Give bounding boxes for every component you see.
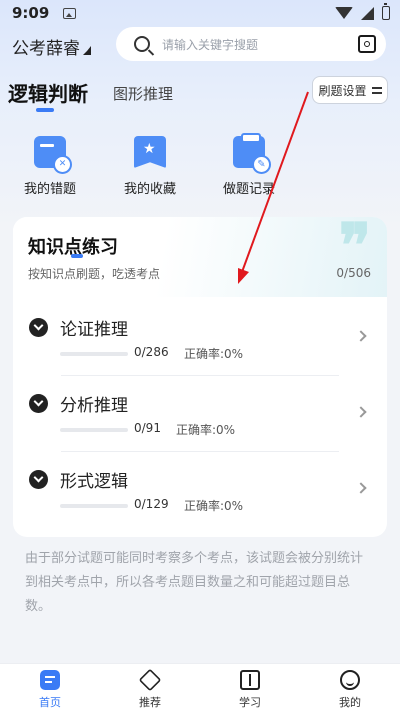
nav-recommend[interactable]: 推荐 <box>120 668 180 710</box>
quick-actions: 我的错题 我的收藏 做题记录 <box>0 133 400 206</box>
header: 公考薛睿 请输入关键字搜题 <box>0 26 400 66</box>
topic-progress-bar <box>60 504 128 508</box>
graduation-cap-icon <box>138 668 162 692</box>
book-icon <box>240 670 260 690</box>
topic-progress-bar <box>60 352 128 356</box>
bottom-nav: 首页 推荐 学习 我的 <box>0 663 400 711</box>
title-underline <box>71 254 83 258</box>
battery-icon <box>382 3 390 20</box>
practice-settings-label: 刷题设置 <box>318 83 367 98</box>
topic-count: 0/129 <box>134 497 169 511</box>
topic-name: 分析推理 <box>60 396 128 416</box>
topic-name: 形式逻辑 <box>60 472 128 492</box>
wifi-icon <box>335 7 353 19</box>
profile-icon <box>340 670 360 690</box>
status-icons <box>335 3 390 20</box>
active-tab-indicator <box>36 108 54 112</box>
search-icon <box>134 36 150 52</box>
city-selector[interactable]: 公考薛睿 <box>12 34 91 59</box>
practice-settings-button[interactable]: 刷题设置 <box>312 76 388 104</box>
expand-chevron-icon[interactable] <box>29 394 48 413</box>
search-bar[interactable]: 请输入关键字搜题 <box>116 27 386 61</box>
topic-count: 0/91 <box>134 421 161 435</box>
topic-row-argument-reasoning[interactable]: 论证推理 0/286 正确率:0% <box>13 300 387 376</box>
practice-record-button[interactable]: 做题记录 <box>204 133 294 197</box>
chevron-right-icon <box>355 330 367 342</box>
nav-me[interactable]: 我的 <box>320 670 380 710</box>
chevron-right-icon <box>355 482 367 494</box>
nav-label: 学习 <box>239 696 261 709</box>
topic-accuracy: 正确率:0% <box>184 347 244 361</box>
home-icon <box>40 670 60 690</box>
caret-down-icon <box>83 46 91 55</box>
sliders-icon <box>371 85 382 95</box>
expand-chevron-icon[interactable] <box>29 470 48 489</box>
footnote-text: 由于部分试题可能同时考察多个考点，该试题会被分别统计到相关考点中，所以各考点题目… <box>25 551 364 614</box>
topic-accuracy: 正确率:0% <box>176 423 236 437</box>
wrong-questions-icon <box>34 136 70 172</box>
nav-label: 首页 <box>39 696 61 709</box>
status-time: 9:09 <box>12 4 50 22</box>
nav-label: 我的 <box>339 696 361 709</box>
search-input[interactable]: 请输入关键字搜题 <box>162 36 358 53</box>
topic-name: 论证推理 <box>60 320 128 340</box>
favorites-icon <box>134 136 166 168</box>
quick-action-label: 我的收藏 <box>123 182 176 197</box>
topic-accuracy: 正确率:0% <box>184 499 244 513</box>
expand-chevron-icon[interactable] <box>29 318 48 337</box>
chevron-right-icon <box>355 406 367 418</box>
my-favorites-button[interactable]: 我的收藏 <box>105 136 195 197</box>
nav-home[interactable]: 首页 <box>20 670 80 710</box>
subject-tabs: 逻辑判断 图形推理 刷题设置 <box>0 74 400 114</box>
tab-figure-reasoning[interactable]: 图形推理 <box>113 83 173 104</box>
nav-study[interactable]: 学习 <box>220 670 280 710</box>
quick-action-label: 我的错题 <box>23 182 76 197</box>
signal-icon <box>361 6 374 20</box>
quick-action-label: 做题记录 <box>222 182 275 197</box>
topic-row-analytical-reasoning[interactable]: 分析推理 0/91 正确率:0% <box>13 376 387 452</box>
record-icon <box>233 133 269 172</box>
tab-logic-judgment[interactable]: 逻辑判断 <box>8 78 88 107</box>
image-notification-icon <box>63 7 77 19</box>
knowledge-practice-card: ❞ 知识点练习 按知识点刷题，吃透考点 0/506 论证推理 0/286 正确率… <box>13 217 387 537</box>
topic-progress-bar <box>60 428 128 432</box>
city-label: 公考薛睿 <box>12 39 80 59</box>
status-bar: 9:09 <box>0 0 400 26</box>
my-wrong-questions-button[interactable]: 我的错题 <box>5 136 95 197</box>
topic-row-formal-logic[interactable]: 形式逻辑 0/129 正确率:0% <box>13 452 387 528</box>
nav-label: 推荐 <box>139 696 161 709</box>
camera-scan-icon[interactable] <box>358 35 376 53</box>
card-subtitle: 按知识点刷题，吃透考点 <box>28 267 161 281</box>
topic-count: 0/286 <box>134 345 169 359</box>
total-progress-count: 0/506 <box>336 266 371 280</box>
